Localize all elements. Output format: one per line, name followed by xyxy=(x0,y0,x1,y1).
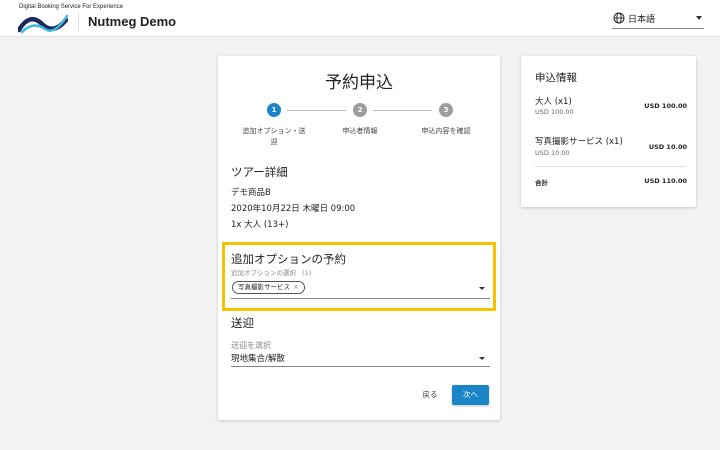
options-select-label-text: 追加オプションの選択 xyxy=(231,269,296,277)
summary-item-name: 写真撮影サービス (x1) xyxy=(535,137,623,147)
summary-item-unit-price: USD 10.00 xyxy=(535,149,570,157)
language-select[interactable]: 日本語 xyxy=(612,9,704,29)
stepper-connector xyxy=(373,110,432,111)
step-3-indicator: 3 xyxy=(439,103,453,117)
summary-item-price: USD 10.00 xyxy=(648,143,687,151)
transfer-select-underline xyxy=(231,366,490,367)
options-select-count: (1) xyxy=(302,269,312,277)
summary-item-unit-price: USD 100.00 xyxy=(535,108,574,116)
options-select-underline xyxy=(231,298,490,299)
language-value: 日本語 xyxy=(628,15,656,25)
brand-logo-icon[interactable] xyxy=(18,12,68,34)
stepper-connector xyxy=(287,110,346,111)
step-1-indicator: 1 xyxy=(267,103,281,117)
options-heading: 追加オプションの予約 xyxy=(231,252,346,266)
globe-icon xyxy=(613,12,625,24)
step-2-indicator: 2 xyxy=(353,103,367,117)
chevron-down-icon[interactable] xyxy=(479,287,485,290)
summary-divider xyxy=(535,166,686,167)
summary-total-value: USD 110.00 xyxy=(644,177,687,185)
app-header: Digital Booking Service For Experience N… xyxy=(0,0,720,37)
page-title: 予約申込 xyxy=(325,73,393,93)
chevron-down-icon[interactable] xyxy=(479,357,485,360)
option-chip-photo[interactable]: 写真撮影サービス × xyxy=(232,281,305,294)
header-divider xyxy=(78,12,79,31)
transfer-select-label: 送迎を選択 xyxy=(231,341,271,350)
next-button[interactable]: 次へ xyxy=(452,385,489,405)
step-3-label: 申込内容を確認 xyxy=(421,127,471,135)
options-select-label: 追加オプションの選択 (1) xyxy=(231,267,311,277)
summary-title: 申込情報 xyxy=(535,72,577,84)
chevron-down-icon xyxy=(696,16,702,20)
close-icon[interactable]: × xyxy=(293,282,299,293)
tour-details-heading: ツアー詳細 xyxy=(231,165,288,179)
summary-total-label: 合計 xyxy=(535,179,548,187)
header-tagline: Digital Booking Service For Experience xyxy=(19,4,124,10)
step-1-label: 追加オプション・送迎 xyxy=(242,127,306,146)
summary-item-price: USD 100.00 xyxy=(644,102,687,110)
back-button[interactable]: 戻る xyxy=(414,387,446,403)
site-title[interactable]: Nutmeg Demo xyxy=(88,14,176,29)
step-2-label: 申込者情報 xyxy=(342,127,378,135)
tour-product: デモ商品B xyxy=(231,188,271,198)
summary-item-name: 大人 (x1) xyxy=(535,97,572,107)
option-chip-label: 写真撮影サービス xyxy=(238,283,290,291)
tour-participants: 1x 大人 (13+) xyxy=(231,220,289,230)
transfer-select-value[interactable]: 現地集合/解散 xyxy=(231,352,285,364)
transfer-heading: 送迎 xyxy=(231,316,254,330)
tour-datetime: 2020年10月22日 木曜日 09:00 xyxy=(231,204,356,214)
